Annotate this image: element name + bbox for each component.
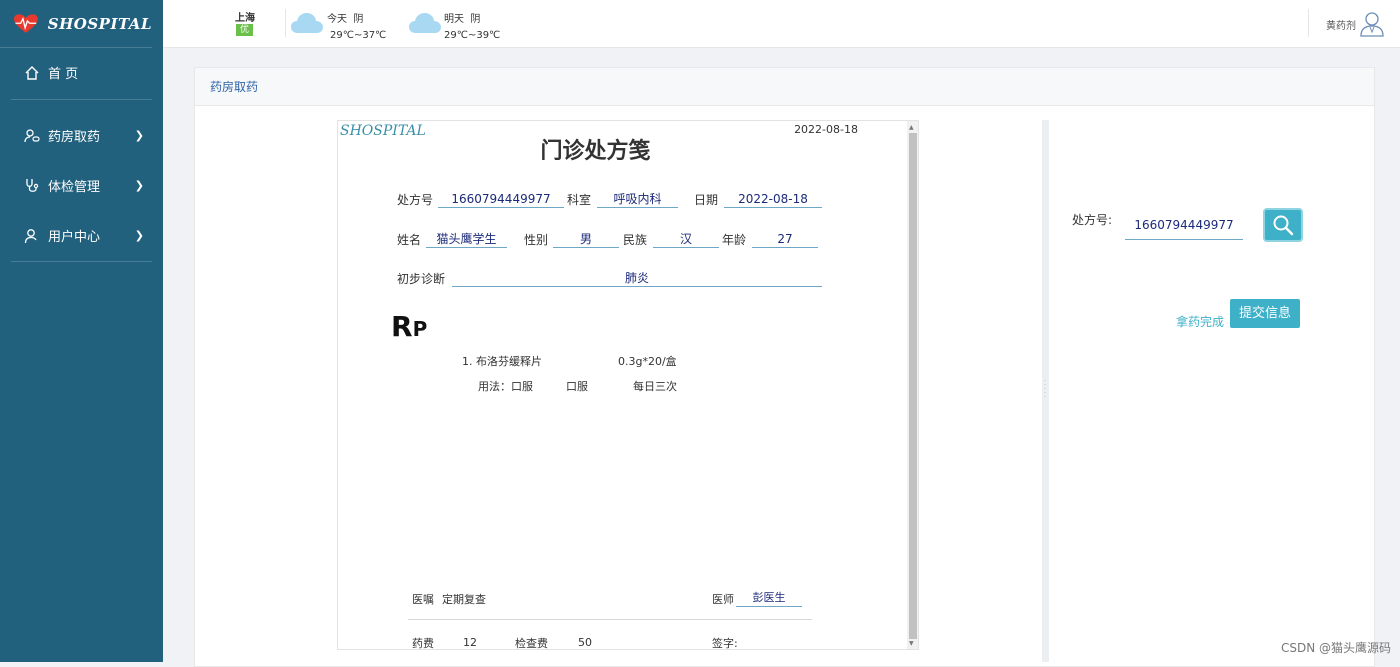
header-divider xyxy=(285,9,286,37)
name-value: 猫头鹰学生 xyxy=(426,231,507,248)
advice-label: 医嘱 xyxy=(412,591,434,607)
app-logo[interactable]: SHOSPITAL xyxy=(0,0,152,48)
cloud-icon xyxy=(291,12,323,34)
exam-fee-label: 检查费 xyxy=(515,635,548,650)
name-label: 姓名 xyxy=(397,231,421,248)
today-weather: 阴 xyxy=(353,14,363,25)
header-divider xyxy=(1308,9,1309,37)
scrollbar[interactable]: ▲ ▼ xyxy=(907,121,918,649)
age-value: 27 xyxy=(752,231,818,248)
search-label: 处方号: xyxy=(1072,211,1112,228)
diagnosis-value: 肺炎 xyxy=(452,270,822,287)
chevron-right-icon: ❯ xyxy=(135,229,144,242)
aqi-badge: 优 xyxy=(236,24,253,36)
drug-fee-value: 12 xyxy=(463,636,477,649)
signature-label: 签字: xyxy=(712,635,738,650)
cloud-icon xyxy=(409,12,441,34)
top-header: 上海 优 今天 阴 29℃~37℃ 明天 阴 29℃~39℃ 黄药剂 xyxy=(163,0,1400,48)
heart-pulse-icon xyxy=(14,11,38,37)
scroll-down-icon[interactable]: ▼ xyxy=(909,640,914,647)
drug-fee-label: 药费 xyxy=(412,635,434,650)
search-icon xyxy=(1272,214,1294,236)
home-icon xyxy=(24,65,40,81)
scroll-up-icon[interactable]: ▲ xyxy=(909,124,914,131)
ethnicity-label: 民族 xyxy=(623,231,647,248)
sidebar-item-label: 首 页 xyxy=(48,63,78,82)
user-pill-icon xyxy=(24,128,40,144)
dept-label: 科室 xyxy=(567,191,591,208)
gender-value: 男 xyxy=(553,231,619,248)
sidebar-item-label: 用户中心 xyxy=(48,226,100,245)
rp-symbol: RP xyxy=(391,310,427,343)
scrollbar-thumb[interactable] xyxy=(909,133,917,639)
tomorrow-temp: 29℃~39℃ xyxy=(444,30,500,41)
drug-spec: 0.3g*20/盒 xyxy=(618,353,677,369)
city-name: 上海 xyxy=(235,9,255,24)
sidebar-item-pharmacy[interactable]: 药房取药 ❯ xyxy=(11,126,152,145)
pane-splitter[interactable]: ····· xyxy=(1042,120,1049,662)
date-label: 日期 xyxy=(694,191,718,208)
doctor-label: 医师 xyxy=(712,591,734,607)
search-button[interactable] xyxy=(1263,208,1303,242)
chevron-right-icon: ❯ xyxy=(135,179,144,192)
sidebar: SHOSPITAL 首 页 药房取药 ❯ 体检管理 ❯ 用户中心 ❯ xyxy=(0,0,163,662)
stethoscope-icon xyxy=(24,178,40,194)
drug-frequency: 每日三次 xyxy=(633,378,677,394)
dept-value: 呼吸内科 xyxy=(597,191,678,208)
submit-button[interactable]: 提交信息 xyxy=(1230,299,1300,328)
exam-fee-value: 50 xyxy=(578,636,592,649)
drag-handle-icon[interactable]: ····· xyxy=(1044,380,1046,400)
rx-no-value: 1660794449977 xyxy=(438,191,564,208)
weather-today: 今天 阴 29℃~37℃ xyxy=(327,10,386,41)
watermark: CSDN @猫头鹰源码 xyxy=(1281,639,1391,656)
sidebar-item-label: 药房取药 xyxy=(48,126,100,145)
pickup-done-link[interactable]: 拿药完成 xyxy=(1176,313,1224,330)
ethnicity-value: 汉 xyxy=(653,231,719,248)
prescription-sheet[interactable]: SHOSPITAL 2022-08-18 门诊处方笺 处方号 166079444… xyxy=(337,120,919,650)
drug-route: 口服 xyxy=(566,378,588,394)
sidebar-item-label: 体检管理 xyxy=(48,176,100,195)
avatar[interactable] xyxy=(1360,11,1384,37)
today-label: 今天 xyxy=(327,14,347,25)
today-temp: 29℃~37℃ xyxy=(330,30,386,41)
sidebar-item-home[interactable]: 首 页 xyxy=(11,63,152,82)
sidebar-divider xyxy=(11,261,152,262)
gender-label: 性别 xyxy=(524,231,548,248)
weather-tomorrow: 明天 阴 29℃~39℃ xyxy=(444,10,500,41)
doctor-value: 彭医生 xyxy=(736,590,802,607)
date-value: 2022-08-18 xyxy=(724,191,822,208)
user-icon xyxy=(24,228,40,244)
drug-usage: 用法：口服 xyxy=(478,378,533,394)
tomorrow-weather: 阴 xyxy=(470,14,480,25)
logo-text: SHOSPITAL xyxy=(48,15,152,33)
chevron-right-icon: ❯ xyxy=(135,129,144,142)
drug-name: 1. 布洛芬缓释片 xyxy=(462,353,542,369)
sidebar-divider xyxy=(11,99,152,100)
rx-no-search-input[interactable]: 1660794449977 xyxy=(1125,216,1243,240)
tomorrow-label: 明天 xyxy=(444,14,464,25)
sidebar-item-checkup[interactable]: 体检管理 ❯ xyxy=(11,176,152,195)
divider xyxy=(408,619,812,620)
diagnosis-label: 初步诊断 xyxy=(397,270,445,287)
rx-no-label: 处方号 xyxy=(397,191,433,208)
sidebar-item-user-center[interactable]: 用户中心 ❯ xyxy=(11,226,152,245)
advice-value: 定期复查 xyxy=(442,591,486,607)
panel-title: 药房取药 xyxy=(195,68,1374,106)
age-label: 年龄 xyxy=(722,231,746,248)
user-name[interactable]: 黄药剂 xyxy=(1326,17,1356,32)
prescription-title: 门诊处方笺 xyxy=(338,133,853,165)
